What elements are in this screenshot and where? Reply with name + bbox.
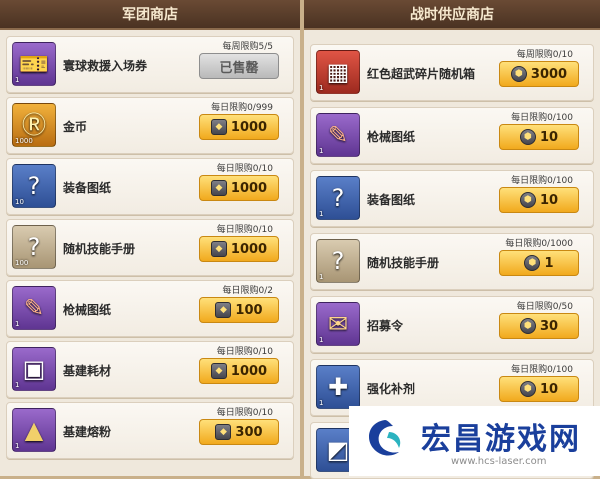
purchase-limit: 每日限购0/10 xyxy=(216,408,273,418)
dragon-logo-icon xyxy=(369,420,401,456)
buy-button[interactable]: ◆ 1000 xyxy=(199,358,279,384)
buy-button[interactable]: ⬢ 10 xyxy=(499,376,579,402)
shop-item-row[interactable]: ✎ 1 枪械图纸 每日限购0/2 ◆ 100 xyxy=(6,280,294,337)
legion-coin-icon: ◆ xyxy=(215,424,232,440)
item-name: 金币 xyxy=(63,120,88,134)
shop-item-row[interactable]: 🎫 1 寰球救援入场券 每周限购5/5 已售罄 xyxy=(6,36,294,93)
question-scroll-icon: ? 1 xyxy=(316,239,360,283)
item-name: 招募令 xyxy=(367,319,404,333)
purchase-limit: 每日限购0/100 xyxy=(511,365,573,375)
shop-item-row[interactable]: ✉ 1 招募令 每日限购0/50 ⬢ 30 xyxy=(310,296,594,353)
ticket-icon: 🎫 1 xyxy=(12,42,56,86)
gun-blueprint-icon: ✎ 1 xyxy=(316,113,360,157)
gold-coin-icon: Ⓡ 1000 xyxy=(12,103,56,147)
supply-coin-icon: ⬢ xyxy=(519,381,536,397)
legion-coin-icon: ◆ xyxy=(210,241,227,257)
purchase-limit: 每周限购0/10 xyxy=(516,50,573,60)
watermark-url: www.hcs-laser.com xyxy=(451,456,547,467)
watermark-title: 宏昌游戏网 xyxy=(421,422,581,457)
item-name: 枪械图纸 xyxy=(63,303,112,317)
item-name: 枪械图纸 xyxy=(367,130,416,144)
materials-icon: ▣ 1 xyxy=(12,347,56,391)
shop-item-row[interactable]: ? 1 装备图纸 每日限购0/100 ⬢ 10 xyxy=(310,170,594,227)
supply-coin-icon: ⬢ xyxy=(519,129,536,145)
red-chest-icon: ▦ 1 xyxy=(316,50,360,94)
supply-coin-icon: ⬢ xyxy=(510,66,527,82)
wartime-shop-title: 战时供应商店 xyxy=(410,7,494,23)
item-name: 装备图纸 xyxy=(63,181,112,195)
purchase-limit: 每日限购0/2 xyxy=(222,286,274,296)
supply-coin-icon: ⬢ xyxy=(519,318,536,334)
purchase-limit: 每日限购0/10 xyxy=(216,164,273,174)
legion-shop-header: 军团商店 xyxy=(0,0,300,30)
item-name: 红色超武碎片随机箱 xyxy=(367,67,476,81)
shop-item-row[interactable]: ▣ 1 基建耗材 每日限购0/10 ◆ 1000 xyxy=(6,341,294,398)
wartime-shop-header: 战时供应商店 xyxy=(304,0,600,30)
purchase-limit: 每日限购0/999 xyxy=(211,103,273,113)
shop-item-row[interactable]: ? 1 随机技能手册 每日限购0/1000 ⬢ 1 xyxy=(310,233,594,290)
purchase-limit: 每日限购0/100 xyxy=(511,113,573,123)
item-name: 寰球救援入场券 xyxy=(63,59,148,73)
shop-item-row[interactable]: ✎ 1 枪械图纸 每日限购0/100 ⬢ 10 xyxy=(310,107,594,164)
syringe-icon: ✚ 1 xyxy=(316,365,360,409)
item-name: 基建耗材 xyxy=(63,364,112,378)
shop-item-row[interactable]: ? 10 装备图纸 每日限购0/10 ◆ 1000 xyxy=(6,158,294,215)
item-name: 基建熔粉 xyxy=(63,425,112,439)
purchase-limit: 每日限购0/10 xyxy=(216,347,273,357)
purchase-limit: 每日限购0/100 xyxy=(511,176,573,186)
recruit-order-icon: ✉ 1 xyxy=(316,302,360,346)
item-name: 装备图纸 xyxy=(367,193,416,207)
gun-blueprint-icon: ✎ 1 xyxy=(12,286,56,330)
question-scroll-icon: ? 100 xyxy=(12,225,56,269)
buy-button[interactable]: ◆ 1000 xyxy=(199,114,279,140)
buy-button[interactable]: ⬢ 10 xyxy=(499,124,579,150)
legion-shop-title: 军团商店 xyxy=(122,7,178,23)
question-blueprint-icon: ? 1 xyxy=(316,176,360,220)
site-watermark: 宏昌游戏网 www.hcs-laser.com xyxy=(349,406,600,476)
buy-button[interactable]: ◆ 1000 xyxy=(199,236,279,262)
item-name: 随机技能手册 xyxy=(367,256,440,270)
supply-coin-icon: ⬢ xyxy=(519,192,536,208)
purchase-limit: 每日限购0/10 xyxy=(216,225,273,235)
shop-item-row[interactable]: ▲ 1 基建熔粉 每日限购0/10 ◆ 300 xyxy=(6,402,294,459)
buy-button[interactable]: ◆ 1000 xyxy=(199,175,279,201)
buy-button[interactable]: ◆ 300 xyxy=(199,419,279,445)
shop-item-row[interactable]: ? 100 随机技能手册 每日限购0/10 ◆ 1000 xyxy=(6,219,294,276)
legion-coin-icon: ◆ xyxy=(215,302,232,318)
buy-button[interactable]: ◆ 100 xyxy=(199,297,279,323)
purchase-limit: 每周限购5/5 xyxy=(222,42,274,52)
buy-button[interactable]: ⬢ 30 xyxy=(499,313,579,339)
purchase-limit: 每日限购0/50 xyxy=(516,302,573,312)
buy-button[interactable]: ⬢ 1 xyxy=(499,250,579,276)
legion-coin-icon: ◆ xyxy=(210,119,227,135)
wartime-supply-shop-panel: 战时供应商店 ▦ 1 红色超武碎片随机箱 每周限购0/10 ⬢ 3000 ✎ 1 枪械… xyxy=(304,0,600,479)
question-blueprint-icon: ? 10 xyxy=(12,164,56,208)
legion-coin-icon: ◆ xyxy=(210,180,227,196)
item-name: 强化补剂 xyxy=(367,382,416,396)
item-name: 随机技能手册 xyxy=(63,242,136,256)
buy-button[interactable]: ⬢ 3000 xyxy=(499,61,579,87)
sold-out-button: 已售罄 xyxy=(199,53,279,79)
legion-coin-icon: ◆ xyxy=(210,363,227,379)
shop-item-row[interactable]: ▦ 1 红色超武碎片随机箱 每周限购0/10 ⬢ 3000 xyxy=(310,44,594,101)
supply-coin-icon: ⬢ xyxy=(524,255,541,271)
legion-shop-panel: 军团商店 🎫 1 寰球救援入场券 每周限购5/5 已售罄 Ⓡ 1000 金币 每日限… xyxy=(0,0,300,476)
purchase-limit: 每日限购0/1000 xyxy=(505,239,573,249)
shop-item-row[interactable]: Ⓡ 1000 金币 每日限购0/999 ◆ 1000 xyxy=(6,97,294,154)
buy-button[interactable]: ⬢ 10 xyxy=(499,187,579,213)
powder-icon: ▲ 1 xyxy=(12,408,56,452)
